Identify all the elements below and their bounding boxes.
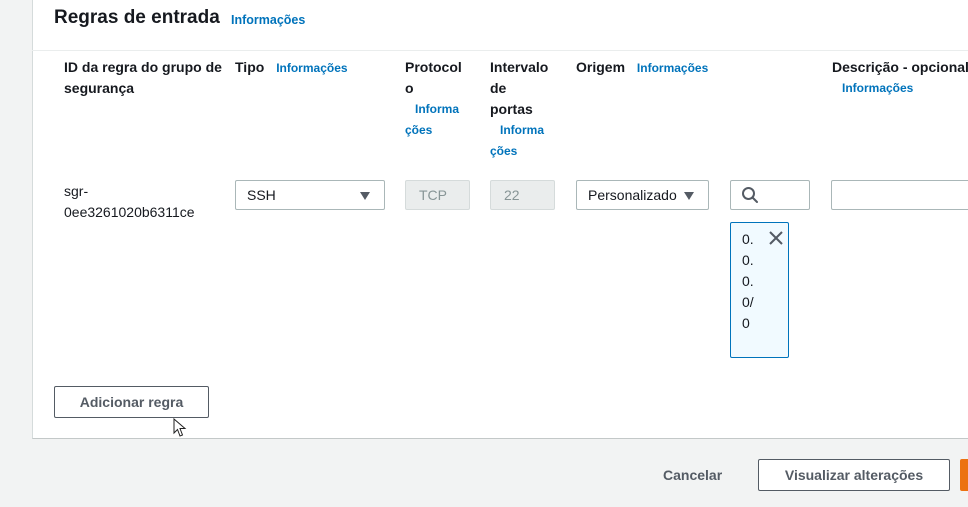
caret-down-icon (360, 192, 370, 200)
source-select-value: Personalizado (588, 187, 677, 203)
port-range-label-line1: Intervalo (490, 59, 549, 75)
column-header-rule-id: ID da regra do grupo de segurança (64, 59, 222, 96)
port-range-info-link-line2[interactable]: ções (490, 141, 565, 162)
add-rule-button[interactable]: Adicionar regra (54, 386, 209, 418)
port-range-label-line2: de (490, 80, 507, 96)
column-header-type-label: Tipo (235, 59, 265, 75)
type-select-value: SSH (247, 187, 276, 203)
protocol-info-link-line1[interactable]: Informa (405, 99, 480, 120)
port-range-field: 22 (490, 180, 555, 210)
mouse-pointer-icon (173, 418, 187, 437)
save-rules-button[interactable] (960, 459, 968, 491)
protocol-info-link-line2[interactable]: ções (405, 120, 480, 141)
column-header-source-label: Origem (576, 59, 626, 75)
column-header-type: Tipo Informações (235, 57, 395, 79)
preview-changes-button[interactable]: Visualizar alterações (758, 459, 950, 491)
column-header-source: Origem Informações (576, 57, 736, 79)
search-icon (742, 187, 758, 203)
column-header-port-range: Intervalo de portas Informa ções (490, 57, 565, 162)
protocol-label-line1: Protocol (405, 59, 462, 75)
cancel-button[interactable]: Cancelar (663, 467, 722, 483)
column-header-description: Descrição - opcional Informações (832, 57, 968, 99)
port-range-info-link-line1[interactable]: Informa (490, 120, 565, 141)
type-select[interactable]: SSH (235, 180, 385, 210)
rule-id-line2: 0ee3261020b6311ce (64, 204, 195, 220)
section-info-link[interactable]: Informações (231, 13, 305, 27)
source-select[interactable]: Personalizado (576, 180, 709, 210)
cidr-token: 0.0.0.0/0 (730, 222, 789, 358)
cidr-token-value: 0.0.0.0/0 (742, 231, 754, 331)
description-label: Descrição - opcional (832, 59, 968, 75)
rule-id: sgr- 0ee3261020b6311ce (64, 181, 195, 223)
source-info-link[interactable]: Informações (637, 61, 708, 75)
close-icon[interactable] (767, 229, 785, 247)
column-header-protocol: Protocol o Informa ções (405, 57, 480, 141)
cidr-search-input[interactable] (730, 180, 810, 210)
description-input[interactable] (831, 180, 968, 210)
section-title: Regras de entrada (54, 7, 220, 28)
caret-down-icon (684, 192, 694, 200)
description-info-link[interactable]: Informações (832, 78, 968, 99)
protocol-field: TCP (405, 180, 470, 210)
header-divider (32, 50, 968, 51)
rule-id-line1: sgr- (64, 183, 89, 199)
protocol-label-line2: o (405, 80, 414, 96)
type-info-link[interactable]: Informações (276, 61, 347, 75)
port-range-label-line3: portas (490, 101, 533, 117)
